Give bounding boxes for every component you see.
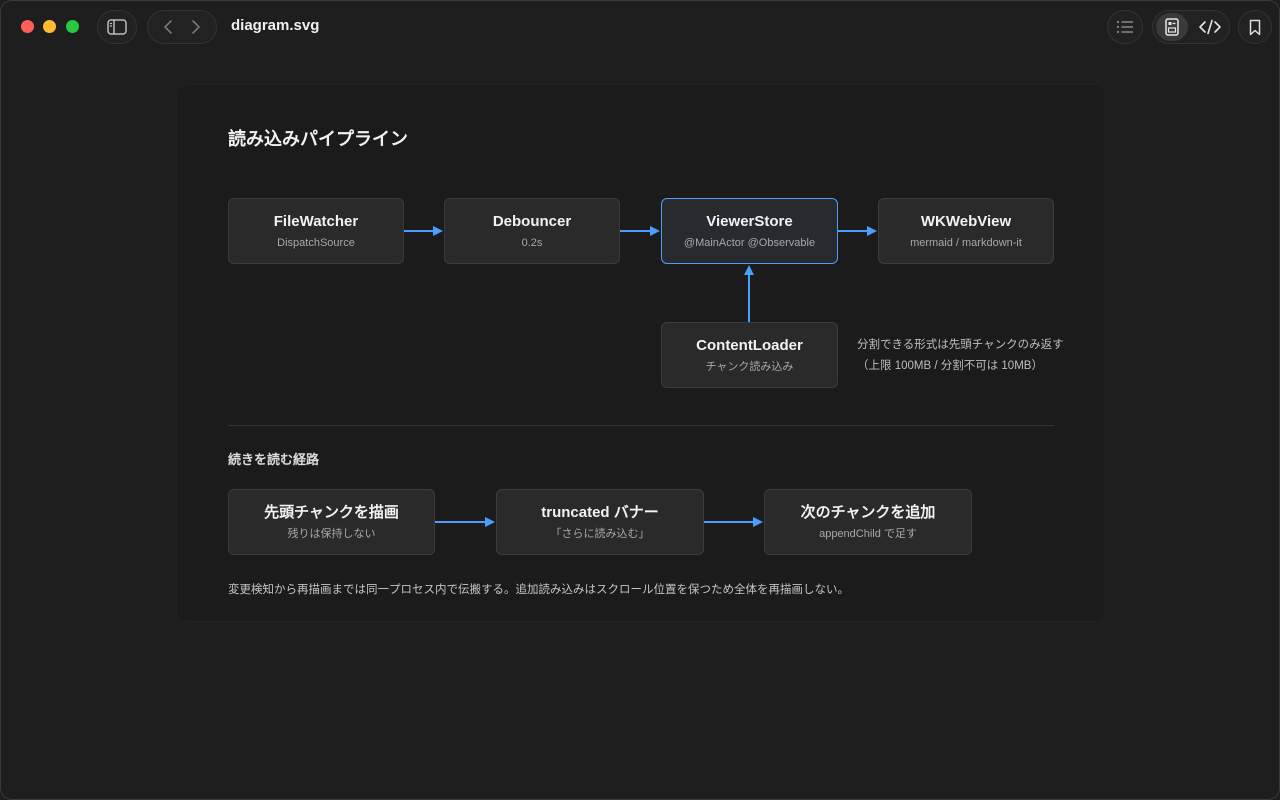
chevron-left-icon (164, 20, 172, 34)
bookmark-button[interactable] (1238, 10, 1272, 44)
source-mode-button[interactable] (1194, 13, 1226, 41)
node-wkwebview: WKWebView mermaid / markdown-it (878, 198, 1054, 264)
node-title: FileWatcher (273, 212, 359, 230)
preview-icon (1165, 18, 1179, 36)
list-icon (1116, 20, 1134, 34)
chevron-right-icon (192, 20, 200, 34)
loader-note: 分割できる形式は先頭チャンクのみ返す （上限 100MB / 分割不可は 10M… (857, 335, 1064, 377)
node-filewatcher: FileWatcher DispatchSource (228, 198, 404, 264)
node-draw-first-chunk: 先頭チャンクを描画 残りは保持しない (228, 489, 435, 555)
node-title: WKWebView (920, 212, 1012, 230)
node-subtitle: チャンク読み込み (705, 360, 794, 373)
node-title: truncated バナー (541, 503, 659, 521)
app-window: diagram.svg 読み込みパイプライン FileWatcher Dispa… (0, 0, 1280, 800)
node-subtitle: DispatchSource (277, 236, 355, 249)
diagram-footer: 変更検知から再描画までは同一プロセス内で伝搬する。追加読み込みはスクロール位置を… (228, 584, 849, 596)
title-bar: diagram.svg (1, 1, 1279, 53)
node-subtitle: @MainActor @Observable (683, 236, 816, 249)
node-truncated-banner: truncated バナー 「さらに読み込む」 (496, 489, 704, 555)
node-subtitle: appendChild で足す (819, 527, 917, 540)
code-icon (1199, 19, 1221, 35)
navigation-group (147, 10, 217, 44)
bookmark-icon (1249, 19, 1261, 36)
node-append-chunk: 次のチャンクを追加 appendChild で足す (764, 489, 972, 555)
node-title: 次のチャンクを追加 (800, 503, 936, 521)
node-debouncer: Debouncer 0.2s (444, 198, 620, 264)
back-button[interactable] (157, 16, 179, 38)
node-subtitle: mermaid / markdown-it (910, 236, 1022, 249)
node-contentloader: ContentLoader チャンク読み込み (661, 322, 838, 388)
toggle-sidebar-button[interactable] (97, 10, 137, 44)
note-line: （上限 100MB / 分割不可は 10MB） (857, 360, 1043, 372)
node-title: ContentLoader (696, 336, 803, 354)
view-mode-group (1152, 10, 1230, 44)
close-window-button[interactable] (21, 20, 34, 33)
diagram-title: 読み込みパイプライン (228, 129, 408, 149)
diagram-canvas: 読み込みパイプライン FileWatcher DispatchSource De… (177, 85, 1105, 621)
window-title: diagram.svg (231, 17, 320, 34)
sidebar-icon (107, 19, 127, 35)
minimize-window-button[interactable] (43, 20, 56, 33)
node-title: ViewerStore (706, 212, 793, 230)
section-divider (228, 425, 1054, 426)
table-of-contents-button[interactable] (1107, 10, 1143, 44)
node-title: Debouncer (492, 212, 572, 230)
node-subtitle: 残りは保持しない (287, 527, 376, 540)
zoom-window-button[interactable] (66, 20, 79, 33)
note-line: 分割できる形式は先頭チャンクのみ返す (857, 339, 1064, 351)
node-title: 先頭チャンクを描画 (264, 503, 399, 521)
preview-mode-button[interactable] (1156, 13, 1188, 41)
section-title: 続きを読む経路 (228, 452, 320, 467)
forward-button[interactable] (185, 16, 207, 38)
diagram-background: 読み込みパイプライン FileWatcher DispatchSource De… (177, 85, 1105, 621)
node-viewerstore: ViewerStore @MainActor @Observable (661, 198, 838, 264)
node-subtitle: 0.2s (521, 236, 543, 249)
node-subtitle: 「さらに読み込む」 (550, 527, 650, 540)
